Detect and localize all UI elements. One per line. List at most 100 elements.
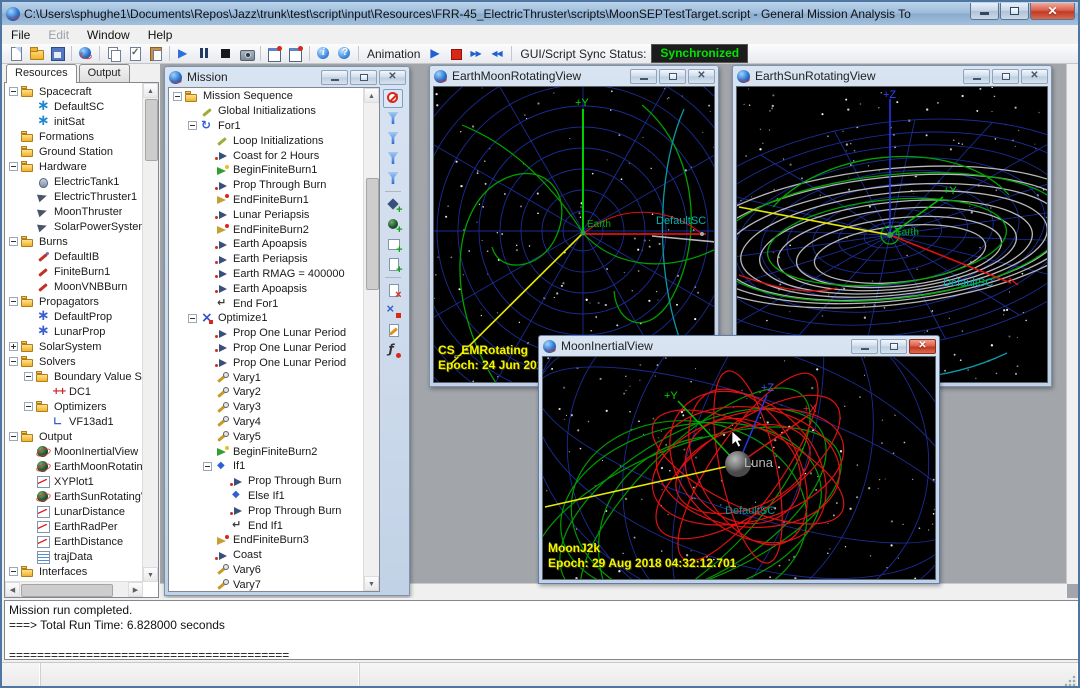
expand-toggle[interactable]	[9, 432, 18, 441]
earth-moon-titlebar[interactable]: EarthMoonRotatingView ✕	[430, 66, 718, 86]
app-minimize-button[interactable]	[970, 3, 999, 20]
mission-tree-item[interactable]: Mission Sequence	[169, 89, 364, 104]
expand-toggle[interactable]	[203, 462, 212, 471]
expand-toggle[interactable]	[9, 567, 18, 576]
resource-tree-item[interactable]: MoonVNBBurn	[5, 279, 143, 294]
resource-tree-item[interactable]: Spacecraft	[5, 84, 143, 99]
resource-tree-item[interactable]: EarthMoonRotatin	[5, 459, 143, 474]
resource-tree-item[interactable]: Propagators	[5, 294, 143, 309]
resource-tree-item[interactable]: LunarDistance	[5, 504, 143, 519]
mission-tree-item[interactable]: For1	[169, 119, 364, 134]
message-window[interactable]: Mission run completed. ===> Total Run Ti…	[4, 600, 1080, 660]
tab-output[interactable]: Output	[79, 64, 130, 82]
menu-help[interactable]: Help	[139, 26, 182, 44]
expand-toggle[interactable]	[9, 357, 18, 366]
expand-toggle[interactable]	[9, 237, 18, 246]
resource-tree-item[interactable]: EarthSunRotatingV	[5, 489, 143, 504]
mission-tree-item[interactable]: Prop One Lunar Period	[169, 355, 364, 370]
titlebar[interactable]: C:\Users\sphughe1\Documents\Repos\Jazz\t…	[2, 2, 1078, 26]
new-script-button[interactable]	[5, 44, 26, 63]
resource-tree-item[interactable]: DefaultProp	[5, 309, 143, 324]
resize-grip[interactable]	[1064, 675, 1076, 687]
mission-tree-item[interactable]: Earth Apoapsis	[169, 237, 364, 252]
mission-tree-item[interactable]: Earth Apoapsis	[169, 281, 364, 296]
expand-toggle[interactable]	[24, 402, 33, 411]
mission-tree-item[interactable]: If1	[169, 459, 364, 474]
menu-file[interactable]: File	[2, 26, 39, 44]
minimize-button[interactable]	[321, 70, 348, 85]
resources-hscrollbar[interactable]: ◀ ▶	[5, 581, 143, 597]
pause-button[interactable]	[194, 44, 215, 63]
mission-tree-item[interactable]: Vary7	[169, 577, 364, 591]
expand-toggle[interactable]	[9, 87, 18, 96]
maximize-button[interactable]	[992, 69, 1019, 84]
mission-tree-item[interactable]: Vary3	[169, 400, 364, 415]
resource-tree-item[interactable]: initSat	[5, 114, 143, 129]
maximize-button[interactable]	[350, 70, 377, 85]
resource-tree-item[interactable]: ElectricThruster1	[5, 189, 143, 204]
stop-button[interactable]	[215, 44, 236, 63]
delete-x-button[interactable]	[383, 301, 403, 320]
add-xy-plot-button[interactable]	[383, 235, 403, 254]
mission-tree-item[interactable]: Coast	[169, 548, 364, 563]
scroll-thumb[interactable]	[145, 99, 158, 161]
screenshot-button[interactable]	[236, 44, 257, 63]
expand-toggle[interactable]	[9, 297, 18, 306]
mission-tree-item[interactable]: EndFiniteBurn3	[169, 533, 364, 548]
expand-toggle[interactable]	[188, 121, 197, 130]
mission-tree-item[interactable]: BeginFiniteBurn2	[169, 444, 364, 459]
resource-tree-item[interactable]: Ground Station	[5, 144, 143, 159]
mission-tree-item[interactable]: Vary5	[169, 429, 364, 444]
scroll-thumb[interactable]	[366, 178, 379, 290]
resource-tree-item[interactable]: VF13ad1	[5, 414, 143, 429]
mission-tree-item[interactable]: Vary2	[169, 385, 364, 400]
resource-tree-item[interactable]: EarthRadPer	[5, 519, 143, 534]
mission-tree-item[interactable]: Vary1	[169, 370, 364, 385]
maximize-button[interactable]	[880, 339, 907, 354]
mission-tree-item[interactable]: BeginFiniteBurn1	[169, 163, 364, 178]
script-to-gui-button[interactable]	[285, 44, 306, 63]
mission-tree-item[interactable]: Else If1	[169, 489, 364, 504]
earth-sun-titlebar[interactable]: EarthSunRotatingView ✕	[733, 66, 1051, 86]
info-button[interactable]	[313, 44, 334, 63]
mission-tree-item[interactable]: Vary6	[169, 563, 364, 578]
resource-tree-item[interactable]: Formations	[5, 129, 143, 144]
expand-toggle[interactable]	[9, 162, 18, 171]
moon-inertial-canvas[interactable]: +Y +Z +X Luna DefaultSC MoonJ2k Epoch: 2…	[542, 356, 936, 580]
resource-tree-item[interactable]: FiniteBurn1	[5, 264, 143, 279]
resource-tree-item[interactable]: EarthDistance	[5, 534, 143, 549]
resource-tree-item[interactable]: XYPlot1	[5, 474, 143, 489]
anim-ff-button[interactable]	[466, 44, 487, 63]
mission-tree-item[interactable]: EndFiniteBurn2	[169, 222, 364, 237]
show-all-button[interactable]	[383, 89, 403, 108]
edit-script-button[interactable]	[383, 321, 403, 340]
function-button[interactable]	[383, 341, 403, 360]
close-button[interactable]: ✕	[379, 70, 406, 85]
expand-toggle[interactable]	[173, 92, 182, 101]
mission-tree-item[interactable]: Prop One Lunar Period	[169, 326, 364, 341]
scroll-thumb[interactable]	[21, 584, 113, 597]
open-button[interactable]	[26, 44, 47, 63]
resource-tree-item[interactable]: trajData	[5, 549, 143, 564]
anim-stop-button[interactable]	[445, 44, 466, 63]
add-orbit-view-button[interactable]	[383, 215, 403, 234]
paste-button[interactable]	[145, 44, 166, 63]
gui-to-script-button[interactable]	[264, 44, 285, 63]
copy-button[interactable]	[103, 44, 124, 63]
mission-tree-item[interactable]: End For1	[169, 296, 364, 311]
anim-play-button[interactable]	[424, 44, 445, 63]
resource-tree-item[interactable]: SolarPowerSystem	[5, 219, 143, 234]
scroll-up-icon[interactable]: ▲	[364, 88, 379, 103]
tab-resources[interactable]: Resources	[6, 64, 77, 83]
moon-inertial-titlebar[interactable]: MoonInertialView ✕	[539, 336, 939, 356]
mdi-vscrollbar[interactable]	[1066, 64, 1080, 584]
maximize-button[interactable]	[659, 69, 686, 84]
filter-control-flow-button[interactable]	[383, 169, 403, 188]
resource-tree-item[interactable]: MoonInertialView	[5, 444, 143, 459]
mission-tree-item[interactable]: Earth RMAG = 400000	[169, 267, 364, 282]
resource-tree-item[interactable]: Hardware	[5, 159, 143, 174]
mission-tree-item[interactable]: Optimize1	[169, 311, 364, 326]
resource-tree-item[interactable]: Optimizers	[5, 399, 143, 414]
close-button[interactable]: ✕	[1021, 69, 1048, 84]
scroll-left-icon[interactable]: ◀	[5, 582, 20, 597]
